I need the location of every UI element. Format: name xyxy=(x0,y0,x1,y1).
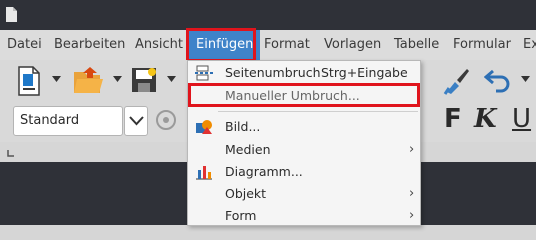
menu-item-label: Medien xyxy=(225,142,271,157)
menu-datei[interactable]: Datei xyxy=(7,30,42,60)
page-break-icon xyxy=(195,65,213,81)
chevron-down-icon[interactable] xyxy=(113,76,122,82)
chart-icon xyxy=(196,166,212,180)
menu-item-label: Diagramm... xyxy=(225,164,303,179)
menu-extras[interactable]: Ex xyxy=(523,30,536,60)
menu-highlight-box xyxy=(186,28,256,62)
menu-item-label: Bild... xyxy=(225,119,261,134)
paragraph-style-dropdown[interactable] xyxy=(124,106,148,136)
menu-vorlagen[interactable]: Vorlagen xyxy=(324,30,381,60)
bold-button[interactable]: F xyxy=(444,104,462,134)
menu-item-label: Objekt xyxy=(225,186,267,201)
chevron-right-icon: › xyxy=(409,142,415,157)
menu-item-diagramm[interactable]: Diagramm... xyxy=(188,161,420,183)
italic-button[interactable]: K xyxy=(474,104,497,134)
menu-item-label: Seitenumbruch xyxy=(225,65,321,80)
menu-item-medien[interactable]: Medien › xyxy=(188,139,420,161)
menu-item-seitenumbruch[interactable]: Seitenumbruch Strg+Eingabe xyxy=(188,62,420,84)
new-style-icon[interactable] xyxy=(153,108,179,132)
menu-format[interactable]: Format xyxy=(264,30,310,60)
menu-item-objekt[interactable]: Objekt › xyxy=(188,183,420,205)
menu-separator xyxy=(218,111,418,112)
paragraph-style-input[interactable]: Standard xyxy=(13,106,123,136)
chevron-down-icon[interactable] xyxy=(521,76,530,82)
menu-formular[interactable]: Formular xyxy=(453,30,511,60)
chevron-down-icon xyxy=(129,116,144,126)
menu-item-bild[interactable]: Bild... xyxy=(188,116,420,138)
menu-tabelle[interactable]: Tabelle xyxy=(394,30,439,60)
chevron-down-icon[interactable] xyxy=(52,76,61,82)
title-bar xyxy=(0,0,536,30)
menu-bearbeiten[interactable]: Bearbeiten xyxy=(54,30,125,60)
menu-bar: Datei Bearbeiten Ansicht Einfügen Format… xyxy=(0,30,536,60)
document-icon xyxy=(6,7,17,22)
clone-formatting-icon[interactable] xyxy=(441,66,471,96)
menu-item-shortcut: Strg+Eingabe xyxy=(321,65,408,80)
underline-button[interactable]: U xyxy=(512,104,531,134)
chevron-down-icon[interactable] xyxy=(167,76,176,82)
chevron-right-icon: › xyxy=(409,208,415,223)
menu-ansicht[interactable]: Ansicht xyxy=(135,30,183,60)
tab-stop-icon[interactable] xyxy=(7,150,14,157)
image-icon xyxy=(196,120,212,134)
chevron-right-icon: › xyxy=(409,186,415,201)
undo-icon[interactable] xyxy=(484,67,512,93)
open-folder-icon[interactable] xyxy=(73,66,103,94)
menu-item-form[interactable]: Form › xyxy=(188,205,420,225)
save-icon[interactable] xyxy=(130,66,158,94)
menu-item-label: Form xyxy=(225,208,257,223)
item-highlight-box xyxy=(188,83,420,107)
new-document-icon[interactable] xyxy=(16,66,42,96)
